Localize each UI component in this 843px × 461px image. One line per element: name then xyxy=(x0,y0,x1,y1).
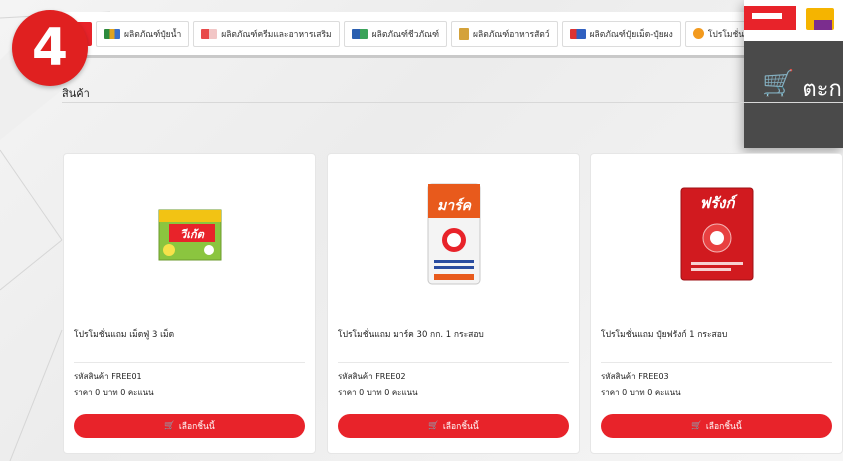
product-price: ราคา 0 บาท 0 คะแนน xyxy=(74,388,154,397)
tab-label: ผลิตภัณฑ์ปุ๋ยเม็ด-ปุ๋ยผง xyxy=(589,29,673,40)
product-code: รหัสสินค้า FREE01 xyxy=(74,372,142,381)
cart-icon: 🛒 xyxy=(428,421,439,431)
product-code: รหัสสินค้า FREE03 xyxy=(601,372,669,381)
product-code: รหัสสินค้า FREE02 xyxy=(338,372,406,381)
tab-bio-product[interactable]: ผลิตภัณฑ์ชีวภัณฑ์ xyxy=(343,20,448,47)
product-image: ฟรังก์ xyxy=(591,174,842,294)
brand-logo xyxy=(744,0,843,41)
cart-icon: 🛒 xyxy=(164,421,175,431)
button-label: เลือกชิ้นนี้ xyxy=(178,422,215,432)
button-label: เลือกชิ้นนี้ xyxy=(705,422,742,432)
tab-label: ผลิตภัณฑ์อาหารสัตว์ xyxy=(473,29,550,40)
granular-fertilizer-icon xyxy=(569,28,586,39)
section-title: สินค้า xyxy=(62,87,90,100)
tab-label: ผลิตภัณฑ์ปุ๋ยน้ำ xyxy=(124,29,182,40)
divider xyxy=(74,362,305,363)
animal-feed-icon xyxy=(459,27,470,40)
tab-label: ผลิตภัณฑ์ชีวภัณฑ์ xyxy=(371,29,440,40)
select-item-button[interactable]: 🛒 เลือกชิ้นนี้ xyxy=(74,414,305,438)
tab-granular-fertilizer[interactable]: ผลิตภัณฑ์ปุ๋ยเม็ด-ปุ๋ยผง xyxy=(561,20,681,47)
product-name: โปรโมชั่นแถม เม็ดฟู่ 3 เม็ด xyxy=(74,330,175,340)
tab-label: ผลิตภัณฑ์ครีมและอาหารเสริม xyxy=(221,29,332,40)
divider xyxy=(601,362,832,363)
product-name: โปรโมชั่นแถม มาร์ค 30 กก. 1 กระสอบ xyxy=(338,330,484,340)
package-brand-text: มาร์ค xyxy=(437,197,473,214)
step-number-badge: 4 xyxy=(12,10,88,86)
tab-animal-feed[interactable]: ผลิตภัณฑ์อาหารสัตว์ xyxy=(451,20,558,47)
product-price: ราคา 0 บาท 0 คะแนน xyxy=(601,388,681,397)
product-image: วีเก้ต xyxy=(64,174,315,294)
divider xyxy=(62,102,843,103)
cart-icon: 🛒 xyxy=(762,69,795,99)
package-brand-text: วีเก้ต xyxy=(180,228,205,241)
package-brand-text: ฟรังก์ xyxy=(699,194,738,212)
cart-panel[interactable]: 🛒 ตะก xyxy=(744,0,843,148)
tab-fertilizer-liquid[interactable]: ผลิตภัณฑ์ปุ๋ยน้ำ xyxy=(96,20,190,47)
cream-supplement-icon xyxy=(201,28,218,39)
promotion-icon xyxy=(692,28,704,39)
product-name: โปรโมชั่นแถม ปุ๋ยฟรังก์ 1 กระสอบ xyxy=(601,330,728,340)
button-label: เลือกชิ้นนี้ xyxy=(442,422,479,432)
fertilizer-liquid-icon xyxy=(104,28,120,39)
product-price: ราคา 0 บาท 0 คะแนน xyxy=(338,388,418,397)
divider xyxy=(338,362,569,363)
select-item-button[interactable]: 🛒 เลือกชิ้นนี้ xyxy=(601,414,832,438)
cart-icon: 🛒 xyxy=(691,421,702,431)
tab-cream-supplement[interactable]: ผลิตภัณฑ์ครีมและอาหารเสริม xyxy=(193,20,340,47)
product-image: มาร์ค xyxy=(328,174,579,294)
bio-product-icon xyxy=(351,28,368,39)
cart-label: ตะก xyxy=(802,77,842,102)
select-item-button[interactable]: 🛒 เลือกชิ้นนี้ xyxy=(338,414,569,438)
product-card: มาร์ค โปรโมชั่นแถม มาร์ค 30 กก. 1 กระสอบ… xyxy=(327,153,580,454)
product-card: ฟรังก์ โปรโมชั่นแถม ปุ๋ยฟรังก์ 1 กระสอบ … xyxy=(590,153,843,454)
cart-button[interactable]: 🛒 ตะก xyxy=(744,41,843,148)
product-card: วีเก้ต โปรโมชั่นแถม เม็ดฟู่ 3 เม็ด รหัสส… xyxy=(63,153,316,454)
category-tab-bar: ผลิตภัณฑ์ปุ๋ยน้ำ ผลิตภัณฑ์ครีมและอาหารเส… xyxy=(62,12,762,58)
